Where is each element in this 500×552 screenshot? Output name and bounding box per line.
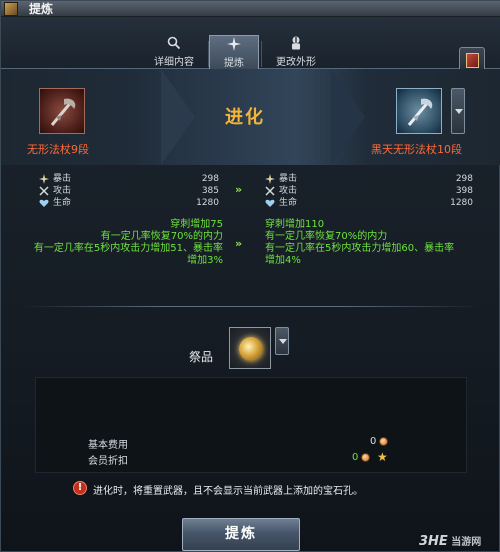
compare-arrow: » <box>235 237 243 250</box>
sacrifice-dropdown[interactable] <box>275 327 289 355</box>
source-item-slot[interactable] <box>39 88 85 134</box>
stat-value: 298 <box>455 174 473 184</box>
effect-before: 穿刺增加75 <box>170 219 223 230</box>
window-title: 提炼 <box>29 2 54 16</box>
health-icon <box>265 199 275 207</box>
vip-star-icon: ★ <box>377 450 388 464</box>
tab-change-appearance[interactable]: 更改外形 <box>263 35 329 69</box>
attack-icon <box>265 186 275 196</box>
compare-arrow: » <box>235 183 243 196</box>
warning-text: 进化时，将重置武器，且不会显示当前武器上添加的宝石孔。 <box>93 486 363 497</box>
chevron-decoration <box>161 69 195 165</box>
sacrifice-label: 祭品 <box>189 350 214 364</box>
refine-button[interactable]: 提炼 <box>182 518 300 551</box>
effect-before: 增加3% <box>187 255 223 266</box>
crit-icon <box>265 174 275 184</box>
stat-value: 1280 <box>450 198 473 208</box>
gem-icon <box>239 337 263 361</box>
cost-panel: 基本费用 0 会员折扣 0 ★ <box>35 377 467 473</box>
stat-value: 385 <box>201 186 219 196</box>
chevron-decoration <box>331 69 365 165</box>
stat-row: 暴击 298 <box>39 173 221 185</box>
target-item-dropdown[interactable] <box>451 88 465 134</box>
source-item-name: 无形法杖9段 <box>27 143 89 156</box>
search-icon <box>167 36 181 50</box>
stat-label: 生命 <box>279 198 298 208</box>
base-fee-value: 0 <box>370 436 377 447</box>
staff-icon <box>407 98 433 126</box>
effect-after: 有一定几率恢复70%的内力 <box>265 231 388 242</box>
coin-icon <box>361 453 370 462</box>
stat-value: 298 <box>201 174 219 184</box>
stat-row: 生命 1280 <box>39 197 221 209</box>
stat-row: 暴击 298 <box>265 173 477 185</box>
effect-before: 有一定几率恢复70%的内力 <box>100 231 223 242</box>
member-discount-value: 0 <box>352 452 359 463</box>
book-icon <box>466 53 479 68</box>
wardrobe-icon <box>292 36 300 50</box>
stat-row: 攻击 398 <box>265 185 477 197</box>
tab-divider <box>261 41 262 67</box>
effect-after: 增加4% <box>265 255 301 266</box>
title-bar[interactable]: 提炼 <box>1 1 500 17</box>
attack-icon <box>39 186 49 196</box>
target-item-slot[interactable] <box>396 88 442 134</box>
stat-row: 生命 1280 <box>265 197 477 209</box>
sacrifice-slot[interactable] <box>229 327 271 369</box>
staff-icon <box>50 98 76 126</box>
stat-label: 攻击 <box>279 186 298 196</box>
stat-row: 攻击 385 <box>39 185 221 197</box>
base-fee-label: 基本费用 <box>88 440 128 451</box>
coin-icon <box>379 437 388 446</box>
evolve-label: 进化 <box>225 107 265 128</box>
tab-refine[interactable]: 提炼 <box>209 35 259 69</box>
refine-window: 提炼 详细内容 提炼 更改外形 进化 无形法杖9段 黑天无形法杖10段 暴击 2… <box>0 0 500 552</box>
member-discount-label: 会员折扣 <box>88 456 128 467</box>
stat-value: 398 <box>455 186 473 196</box>
stat-label: 暴击 <box>53 174 72 184</box>
tab-label: 提炼 <box>224 58 244 69</box>
stat-value: 1280 <box>196 198 219 208</box>
tab-label: 更改外形 <box>276 57 316 68</box>
effect-after: 有一定几率在5秒内攻击力增加60、暴击率 <box>265 243 455 254</box>
window-icon <box>4 2 18 16</box>
tab-details[interactable]: 详细内容 <box>143 35 205 69</box>
tab-label: 详细内容 <box>154 57 194 68</box>
watermark-text: 当游网 <box>451 537 482 548</box>
sparkle-icon <box>227 37 241 51</box>
stat-label: 生命 <box>53 198 72 208</box>
watermark: 3HE 当游网 <box>419 533 481 549</box>
crit-icon <box>39 174 49 184</box>
warning-icon: ! <box>73 481 87 495</box>
watermark-logo: 3HE <box>419 534 448 549</box>
effect-before: 有一定几率在5秒内攻击力增加51、暴击率 <box>33 243 223 254</box>
target-item-name: 黑天无形法杖10段 <box>371 143 462 156</box>
health-icon <box>39 199 49 207</box>
stat-label: 暴击 <box>279 174 298 184</box>
tab-bar: 详细内容 提炼 更改外形 <box>1 17 500 73</box>
effect-after: 穿刺增加110 <box>265 219 325 230</box>
section-divider <box>23 306 479 307</box>
stats-comparison: 暴击 298 攻击 385 生命 1280 » 暴击 298 攻击 398 生命 <box>1 167 500 317</box>
stat-label: 攻击 <box>53 186 72 196</box>
